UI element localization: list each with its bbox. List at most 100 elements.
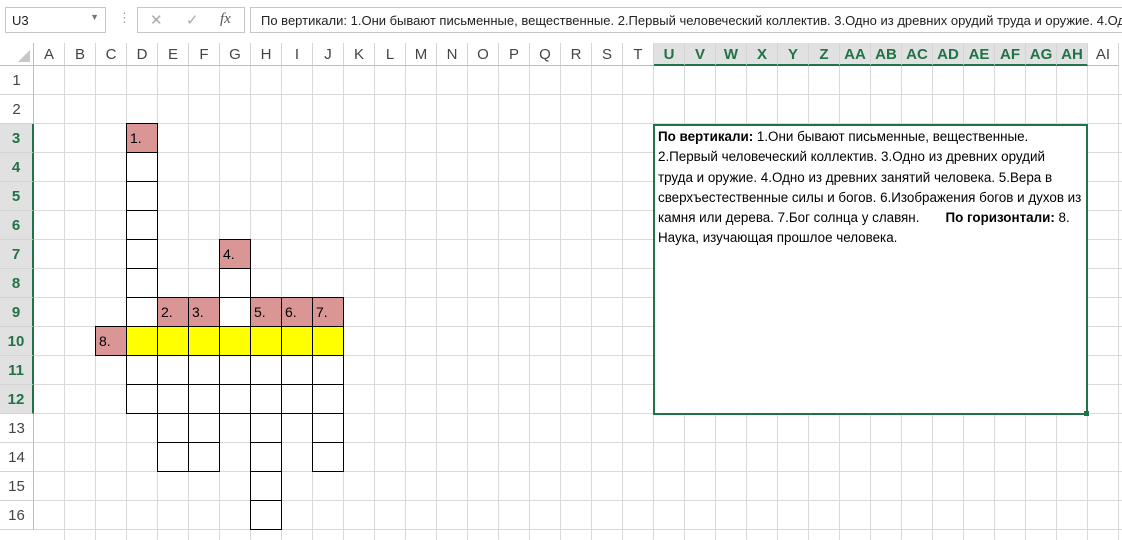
column-header-K[interactable]: K — [344, 43, 375, 66]
column-header-B[interactable]: B — [65, 43, 96, 66]
column-header-L[interactable]: L — [375, 43, 406, 66]
crossword-cell-H12[interactable] — [250, 384, 282, 414]
crossword-cell-H16[interactable] — [250, 500, 282, 530]
crossword-cell-J10[interactable] — [312, 326, 344, 356]
column-header-W[interactable]: W — [716, 43, 747, 66]
crossword-cell-F11[interactable] — [188, 355, 220, 385]
crossword-cell-H9[interactable]: 5. — [250, 297, 282, 327]
column-header-E[interactable]: E — [158, 43, 189, 66]
crossword-cell-G11[interactable] — [219, 355, 251, 385]
column-header-AG[interactable]: AG — [1026, 43, 1057, 66]
crossword-cell-F10[interactable] — [188, 326, 220, 356]
column-header-H[interactable]: H — [251, 43, 282, 66]
resize-handle[interactable] — [1084, 411, 1089, 416]
crossword-cell-J11[interactable] — [312, 355, 344, 385]
crossword-cell-F12[interactable] — [188, 384, 220, 414]
crossword-cell-F9[interactable]: 3. — [188, 297, 220, 327]
crossword-cell-C10[interactable]: 8. — [95, 326, 127, 356]
name-box[interactable]: U3 ▼ — [5, 7, 106, 33]
crossword-cell-I11[interactable] — [281, 355, 313, 385]
crossword-cell-H11[interactable] — [250, 355, 282, 385]
column-header-F[interactable]: F — [189, 43, 220, 66]
crossword-cell-D10[interactable] — [126, 326, 158, 356]
crossword-cell-J12[interactable] — [312, 384, 344, 414]
crossword-cell-G8[interactable] — [219, 268, 251, 298]
crossword-cell-G10[interactable] — [219, 326, 251, 356]
column-header-T[interactable]: T — [623, 43, 654, 66]
column-header-D[interactable]: D — [127, 43, 158, 66]
row-header-14[interactable]: 14 — [0, 443, 34, 472]
column-header-A[interactable]: A — [34, 43, 65, 66]
column-header-U[interactable]: U — [654, 43, 685, 66]
column-header-AD[interactable]: AD — [933, 43, 964, 66]
row-header-12[interactable]: 12 — [0, 385, 34, 414]
crossword-cell-I10[interactable] — [281, 326, 313, 356]
cancel-icon[interactable]: ✕ — [150, 11, 163, 29]
column-header-N[interactable]: N — [437, 43, 468, 66]
crossword-cell-E11[interactable] — [157, 355, 189, 385]
row-header-6[interactable]: 6 — [0, 211, 34, 240]
column-header-AE[interactable]: AE — [964, 43, 995, 66]
row-header-5[interactable]: 5 — [0, 182, 34, 211]
column-header-V[interactable]: V — [685, 43, 716, 66]
crossword-cell-D9[interactable] — [126, 297, 158, 327]
crossword-cell-H10[interactable] — [250, 326, 282, 356]
column-header-I[interactable]: I — [282, 43, 313, 66]
crossword-cell-D11[interactable] — [126, 355, 158, 385]
row-header-16[interactable]: 16 — [0, 501, 34, 530]
column-header-AB[interactable]: AB — [871, 43, 902, 66]
column-header-G[interactable]: G — [220, 43, 251, 66]
crossword-cell-J14[interactable] — [312, 442, 344, 472]
column-header-P[interactable]: P — [499, 43, 530, 66]
crossword-cell-D5[interactable] — [126, 181, 158, 211]
crossword-cell-G7[interactable]: 4. — [219, 239, 251, 269]
crossword-cell-H13[interactable] — [250, 413, 282, 443]
column-header-S[interactable]: S — [592, 43, 623, 66]
column-header-R[interactable]: R — [561, 43, 592, 66]
column-header-C[interactable]: C — [96, 43, 127, 66]
select-all-button[interactable] — [0, 43, 34, 66]
chevron-down-icon[interactable]: ▼ — [90, 12, 99, 22]
crossword-cell-E10[interactable] — [157, 326, 189, 356]
crossword-cell-J13[interactable] — [312, 413, 344, 443]
crossword-cell-G9[interactable] — [219, 297, 251, 327]
column-header-M[interactable]: M — [406, 43, 437, 66]
column-header-X[interactable]: X — [747, 43, 778, 66]
column-header-AC[interactable]: AC — [902, 43, 933, 66]
crossword-cell-H15[interactable] — [250, 471, 282, 501]
crossword-cell-D6[interactable] — [126, 210, 158, 240]
column-header-AA[interactable]: AA — [840, 43, 871, 66]
row-header-13[interactable]: 13 — [0, 414, 34, 443]
column-header-AI[interactable]: AI — [1088, 43, 1119, 66]
crossword-cell-E12[interactable] — [157, 384, 189, 414]
crossword-cell-D12[interactable] — [126, 384, 158, 414]
column-header-O[interactable]: O — [468, 43, 499, 66]
crossword-cell-J9[interactable]: 7. — [312, 297, 344, 327]
column-header-Z[interactable]: Z — [809, 43, 840, 66]
crossword-cell-F14[interactable] — [188, 442, 220, 472]
row-header-9[interactable]: 9 — [0, 298, 34, 327]
column-header-J[interactable]: J — [313, 43, 344, 66]
row-header-10[interactable]: 10 — [0, 327, 34, 356]
row-header-8[interactable]: 8 — [0, 269, 34, 298]
enter-icon[interactable]: ✓ — [186, 11, 199, 29]
insert-function-icon[interactable]: fx — [220, 11, 231, 28]
crossword-cell-D4[interactable] — [126, 152, 158, 182]
row-header-7[interactable]: 7 — [0, 240, 34, 269]
crossword-cell-I9[interactable]: 6. — [281, 297, 313, 327]
column-header-AH[interactable]: AH — [1057, 43, 1088, 66]
crossword-cell-G12[interactable] — [219, 384, 251, 414]
crossword-cell-D7[interactable] — [126, 239, 158, 269]
crossword-cell-D8[interactable] — [126, 268, 158, 298]
row-header-15[interactable]: 15 — [0, 472, 34, 501]
column-header-AF[interactable]: AF — [995, 43, 1026, 66]
crossword-cell-E13[interactable] — [157, 413, 189, 443]
row-header-2[interactable]: 2 — [0, 95, 34, 124]
crossword-cell-E9[interactable]: 2. — [157, 297, 189, 327]
row-header-1[interactable]: 1 — [0, 66, 34, 95]
formula-input[interactable]: По вертикали: 1.Они бывают письменные, в… — [250, 7, 1122, 33]
crossword-cell-D3[interactable]: 1. — [126, 123, 158, 153]
clues-textbox[interactable]: По вертикали: 1.Они бывают письменные, в… — [653, 124, 1088, 415]
column-header-Q[interactable]: Q — [530, 43, 561, 66]
row-header-3[interactable]: 3 — [0, 124, 34, 153]
